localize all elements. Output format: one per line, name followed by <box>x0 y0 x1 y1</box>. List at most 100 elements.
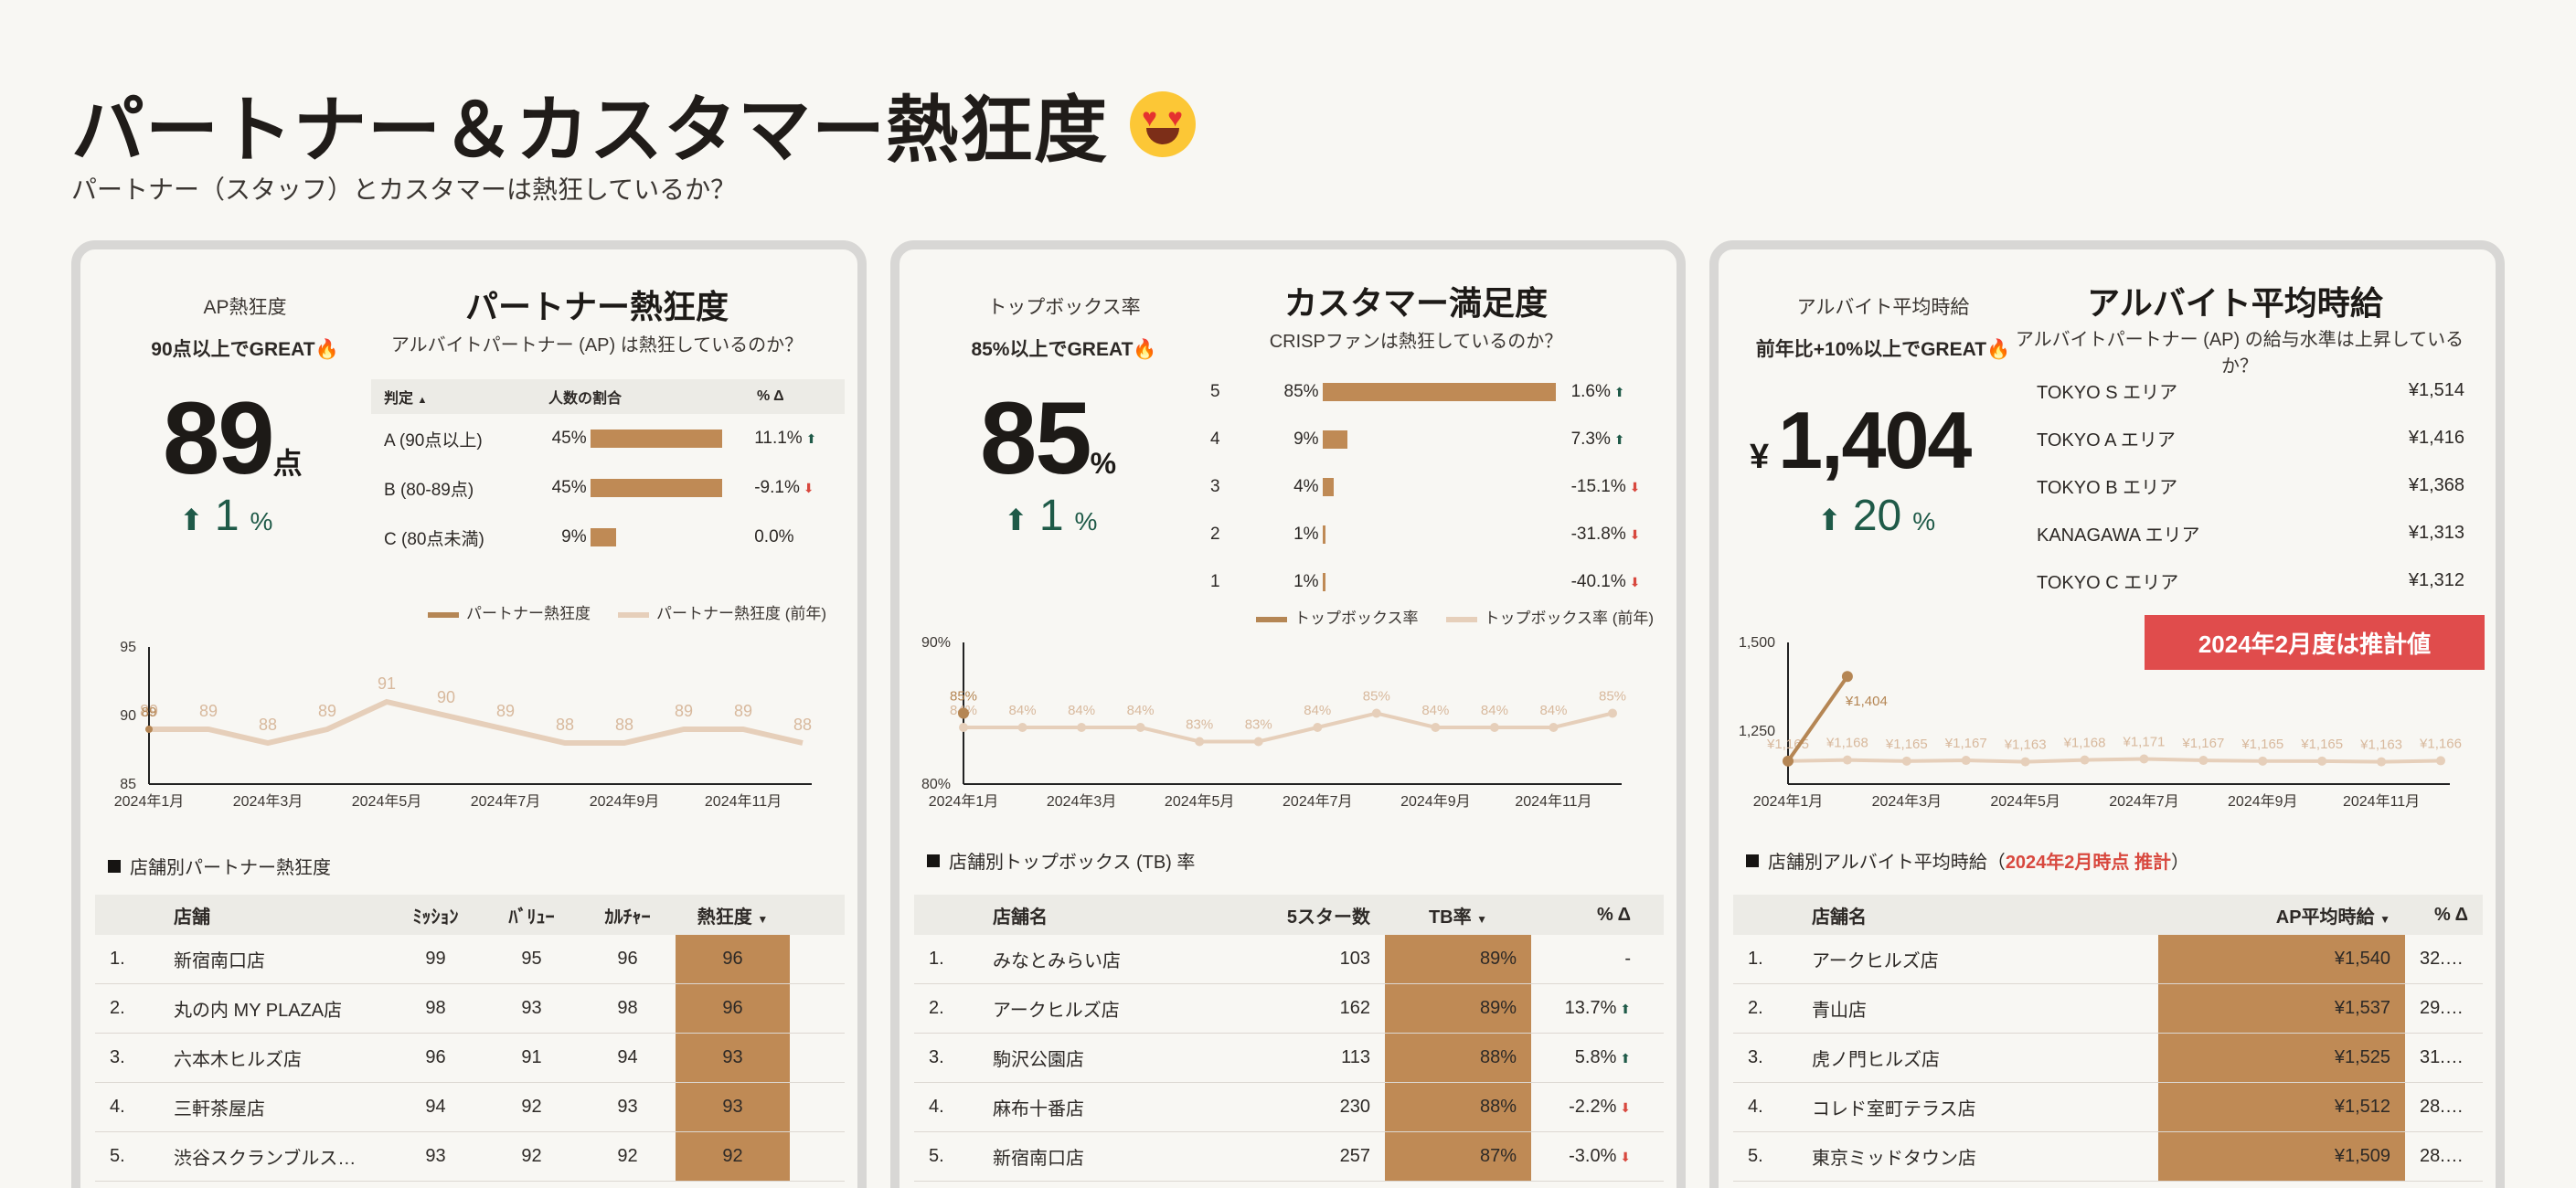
arrow-up-icon: ⬆ <box>2472 952 2483 967</box>
header-culture[interactable]: ｶﾙﾁｬｰ <box>580 902 676 928</box>
partner-store-table: 店舗 ﾐｯｼｮﾝ ﾊﾞﾘｭｰ ｶﾙﾁｬｰ 熱狂度 ▼ 1. 新宿南口店 99 95 96… <box>95 895 845 1182</box>
prev-year-data-label: 84% <box>1539 703 1567 718</box>
store-name: 三軒茶屋店 <box>174 1099 265 1119</box>
arrow-up-icon: ⬆ <box>2472 1100 2483 1115</box>
mission-score: 94 <box>425 1097 446 1117</box>
prev-year-point <box>1195 737 1205 747</box>
enthusiasm-score: 92 <box>676 1132 790 1181</box>
ratio-bar <box>590 528 617 546</box>
tb-rate: 88% <box>1385 1034 1531 1082</box>
sort-header-ap-wage[interactable]: AP平均時給 ▼ <box>2158 902 2405 928</box>
rating-label: 2 <box>1210 525 1220 544</box>
ratio-bar-wrap <box>1322 573 1571 591</box>
prev-year-data-label: 84% <box>1304 703 1331 718</box>
table-row[interactable]: 2. アークヒルズ店 162 89% 13.7% ⬆ <box>914 984 1664 1034</box>
delta-value: 28.7% ⬆ <box>2405 1097 2483 1118</box>
table-row[interactable]: 4. 麻布十番店 230 88% -2.2% ⬇ <box>914 1083 1664 1132</box>
ratio-bar <box>1322 383 1556 401</box>
x-tick-label: 2024年9月 <box>590 793 660 810</box>
header-store-name[interactable]: 店舗名 <box>978 902 1243 928</box>
table-row[interactable]: 3. 六本木ヒルズ店 96 91 94 93 <box>95 1034 845 1083</box>
prev-year-point <box>2436 756 2445 766</box>
ratio-bar <box>1322 478 1334 496</box>
customer-store-table: 店舗名 5スター数 TB率 ▼ % Δ 1. みなとみらい店 103 89% - 2. アー… <box>914 895 1664 1182</box>
ap-wage: ¥1,525 <box>2158 1034 2405 1082</box>
sort-asc-icon: ▲ <box>417 395 428 406</box>
delta-value: - <box>1624 949 1631 969</box>
header-delta[interactable]: % Δ <box>757 388 784 405</box>
arrow-down-icon: ⬇ <box>799 481 814 495</box>
store-name: 丸の内 MY PLAZA店 <box>174 1001 343 1021</box>
table-row[interactable]: 5. 新宿南口店 257 87% -3.0% ⬇ <box>914 1132 1664 1182</box>
arrow-up-icon: ⬆ <box>2472 1002 2483 1016</box>
delta-value: 31.3% ⬆ <box>2405 1047 2483 1068</box>
ratio-value: 9% <box>1293 430 1319 449</box>
ap-wage: ¥1,540 <box>2158 935 2405 983</box>
rank: 2. <box>929 998 944 1018</box>
sort-header-enthusiasm[interactable]: 熱狂度 ▼ <box>676 902 790 928</box>
rank: 3. <box>110 1047 125 1067</box>
arrow-up-icon: ⬆ <box>1610 385 1625 399</box>
sort-header-judgement[interactable]: 判定 ▲ <box>384 386 548 408</box>
table-row[interactable]: 5. 東京ミッドタウン店 ¥1,50928.4% ⬆ <box>1733 1132 2483 1182</box>
x-tick-label: 2024年1月 <box>114 793 185 810</box>
prev-year-point <box>1371 708 1381 718</box>
wage-kpi-delta: ⬆ 20% <box>1817 492 1936 540</box>
header-store[interactable]: 店舗 <box>159 902 388 928</box>
table-row[interactable]: 1. アークヒルズ店 ¥1,54032.6% ⬆ <box>1733 935 2483 984</box>
store-name: コレド室町テラス店 <box>1812 1099 1976 1119</box>
rank: 1. <box>1748 949 1763 969</box>
region-row: KANAGAWA エリア ¥1,313 <box>2037 509 2464 557</box>
kpi-label: トップボックス率 <box>987 297 1141 318</box>
prev-year-data-label: 85% <box>1599 689 1626 705</box>
table-row[interactable]: 4. 三軒茶屋店 94 92 93 93 <box>95 1083 845 1132</box>
table-row[interactable]: 1. みなとみらい店 103 89% - <box>914 935 1664 984</box>
kpi-goal: 90点以上でGREAT🔥 <box>151 339 339 360</box>
y-tick-label: 95 <box>120 640 136 655</box>
header-five-star[interactable]: 5スター数 <box>1243 902 1385 928</box>
x-tick-label: 2024年3月 <box>1872 793 1943 810</box>
legend-item: パートナー熱狂度 (前年) <box>618 600 826 623</box>
header-mission[interactable]: ﾐｯｼｮﾝ <box>388 902 484 928</box>
table-row[interactable]: 3. 駒沢公園店 113 88% 5.8% ⬆ <box>914 1034 1664 1083</box>
store-name: みなとみらい店 <box>993 951 1121 971</box>
table-row[interactable]: 1. 新宿南口店 99 95 96 96 <box>95 935 845 984</box>
ratio-bar <box>1322 430 1347 449</box>
customer-kpi-value: 85% <box>980 381 1117 495</box>
table-row[interactable]: 4. コレド室町テラス店 ¥1,51228.7% ⬆ <box>1733 1083 2483 1132</box>
header-delta[interactable]: % Δ <box>1531 905 1645 926</box>
customer-list-title: 店舗別トップボックス (TB) 率 <box>927 847 1195 874</box>
header-store-name[interactable]: 店舗名 <box>1797 902 2158 928</box>
ratio-bar <box>590 430 722 448</box>
table-row[interactable]: 2. 丸の内 MY PLAZA店 98 93 98 96 <box>95 984 845 1034</box>
store-name: 新宿南口店 <box>993 1149 1084 1169</box>
sort-header-tb-rate[interactable]: TB率 ▼ <box>1385 902 1531 928</box>
ratio-bar-wrap <box>1322 383 1571 401</box>
ratio-bar-wrap <box>1322 430 1571 449</box>
ratio-bar-wrap <box>590 479 744 497</box>
customer-card: トップボックス率 85%以上でGREAT🔥 85% ⬆ 1% カスタマー満足度 C… <box>890 240 1686 1188</box>
header-value[interactable]: ﾊﾞﾘｭｰ <box>484 902 580 928</box>
customer-line-chart: 90% 80%2024年1月 2024年3月 2024年5月 2024年7月 2024年9… <box>921 635 1626 810</box>
table-row[interactable]: 3. 虎ノ門ヒルズ店 ¥1,52531.3% ⬆ <box>1733 1034 2483 1083</box>
store-name: 虎ノ門ヒルズ店 <box>1812 1050 1940 1070</box>
table-row[interactable]: 2. 青山店 ¥1,53729.2% ⬆ <box>1733 984 2483 1034</box>
region-name: KANAGAWA エリア <box>2037 525 2200 546</box>
prev-year-data-label: 88 <box>556 716 574 734</box>
table-header: 判定 ▲ 人数の割合 % Δ <box>371 379 845 414</box>
culture-score: 92 <box>617 1146 638 1166</box>
prev-year-point <box>1077 723 1087 732</box>
header-ratio[interactable]: 人数の割合 <box>548 386 757 408</box>
table-row[interactable]: 5. 渋谷スクランブルスクエ… 93 92 92 92 <box>95 1132 845 1182</box>
header-delta[interactable]: % Δ <box>2405 905 2483 926</box>
arrow-up-icon: ⬆ <box>1004 504 1028 536</box>
kpi-goal: 85%以上でGREAT🔥 <box>971 339 1157 360</box>
partner-kpi-delta: ⬆ 1% <box>179 492 273 540</box>
prev-year-data-label: ¥1,168 <box>1826 736 1868 751</box>
partner-chart-legend: パートナー熱狂度 パートナー熱狂度 (前年) <box>428 600 826 623</box>
prev-year-point <box>1961 756 1971 766</box>
prev-year-point <box>1901 756 1911 766</box>
x-tick-label: 2024年7月 <box>1283 793 1353 810</box>
y-tick-label: 85 <box>120 777 136 792</box>
rating-label: 3 <box>1210 477 1220 496</box>
